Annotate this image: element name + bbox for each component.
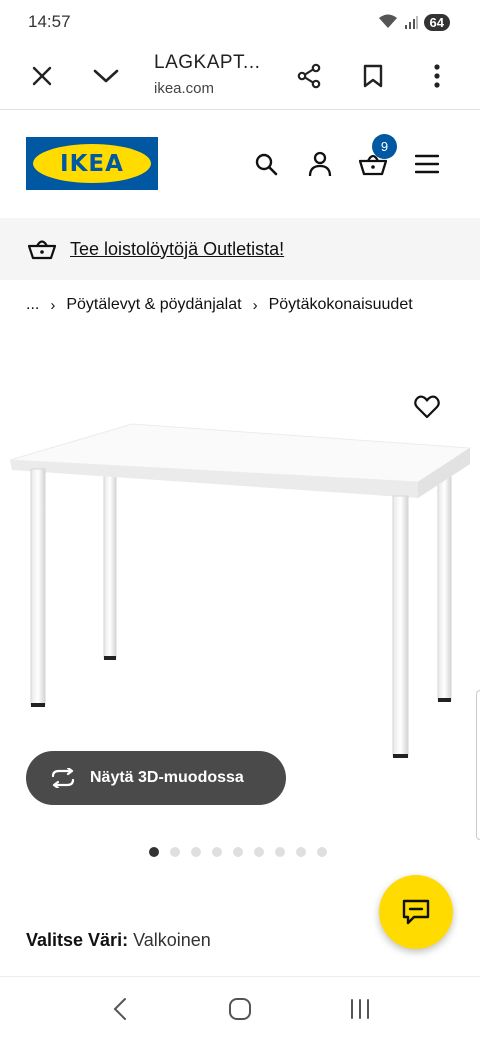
url-box[interactable]: LAGKAPT... ikea.com xyxy=(154,52,260,97)
share-icon xyxy=(297,63,321,89)
breadcrumb-item[interactable]: ... xyxy=(26,296,39,314)
battery-icon: 64 xyxy=(423,13,450,31)
carousel-dot[interactable] xyxy=(212,847,222,857)
search-button[interactable] xyxy=(250,148,282,180)
view-3d-button[interactable]: Näytä 3D-muodossa xyxy=(26,751,286,805)
status-icons: 64 xyxy=(378,13,450,31)
carousel-dot[interactable] xyxy=(254,847,264,857)
cart-count-badge: 9 xyxy=(372,134,397,159)
color-value: Valkoinen xyxy=(133,930,211,950)
more-options-button[interactable] xyxy=(417,56,457,96)
cart-button[interactable]: 9 xyxy=(357,134,397,180)
hamburger-menu-icon xyxy=(415,154,439,174)
site-header: IKEA 9 xyxy=(0,110,480,218)
home-button[interactable] xyxy=(220,989,260,1029)
status-time: 14:57 xyxy=(28,12,71,31)
bookmark-button[interactable] xyxy=(353,56,393,96)
scrollbar[interactable] xyxy=(476,690,480,840)
carousel-dot[interactable] xyxy=(191,847,201,857)
shopping-basket-icon xyxy=(28,240,56,260)
add-to-favorites-button[interactable] xyxy=(412,392,442,422)
minimize-tab-button[interactable] xyxy=(86,56,126,96)
share-button[interactable] xyxy=(289,56,329,96)
carousel-dot[interactable] xyxy=(317,847,327,857)
product-image xyxy=(9,423,472,758)
recent-apps-button[interactable] xyxy=(340,989,380,1029)
back-icon xyxy=(113,997,126,1020)
outlet-promo-banner[interactable]: Tee loistolöytöjä Outletista! xyxy=(0,218,480,280)
color-label: Valitse Väri: xyxy=(26,930,129,950)
person-icon xyxy=(308,151,332,177)
back-button[interactable] xyxy=(100,989,140,1029)
breadcrumb: ... › Pöytälevyt & pöydänjalat › Pöytäko… xyxy=(26,296,413,314)
view-3d-label: Näytä 3D-muodossa xyxy=(90,769,244,786)
rotate-3d-icon xyxy=(51,768,75,788)
carousel-dot[interactable] xyxy=(275,847,285,857)
search-icon xyxy=(255,153,278,176)
ikea-logo[interactable]: IKEA xyxy=(26,137,158,190)
page-domain: ikea.com xyxy=(154,80,215,97)
browser-toolbar: LAGKAPT... ikea.com xyxy=(0,44,480,110)
account-button[interactable] xyxy=(304,148,336,180)
page-title: LAGKAPT... xyxy=(154,52,261,73)
close-tab-button[interactable] xyxy=(22,56,62,96)
color-selector[interactable]: Valitse Väri: Valkoinen xyxy=(26,930,211,951)
menu-button[interactable] xyxy=(411,148,443,180)
product-image-carousel[interactable]: Näytä 3D-muodossa xyxy=(0,340,480,840)
recent-apps-icon xyxy=(351,998,369,1019)
carousel-dot[interactable] xyxy=(149,847,159,857)
chevron-down-icon xyxy=(93,69,119,83)
logo-ellipse: IKEA xyxy=(33,144,151,183)
home-icon xyxy=(229,997,251,1020)
breadcrumb-item[interactable]: Pöytälevyt & pöydänjalat xyxy=(66,296,241,314)
wifi-icon xyxy=(378,14,397,28)
more-vert-icon xyxy=(434,64,440,88)
carousel-dot[interactable] xyxy=(233,847,243,857)
heart-icon xyxy=(414,395,440,419)
carousel-dot[interactable] xyxy=(296,847,306,857)
promo-link[interactable]: Tee loistolöytöjä Outletista! xyxy=(70,239,284,260)
carousel-dot[interactable] xyxy=(170,847,180,857)
status-bar: 14:57 64 xyxy=(0,0,480,44)
system-navigation-bar xyxy=(0,976,480,1040)
logo-text: IKEA xyxy=(60,150,124,177)
chevron-right-icon: › xyxy=(252,296,258,314)
carousel-indicators xyxy=(149,847,327,857)
chat-bubble-icon xyxy=(402,899,430,925)
close-icon xyxy=(32,66,52,86)
bookmark-icon xyxy=(363,64,383,88)
chevron-right-icon: › xyxy=(50,296,56,314)
breadcrumb-item[interactable]: Pöytäkokonaisuudet xyxy=(269,296,413,314)
signal-icon xyxy=(404,16,418,29)
chat-button[interactable] xyxy=(379,875,453,949)
